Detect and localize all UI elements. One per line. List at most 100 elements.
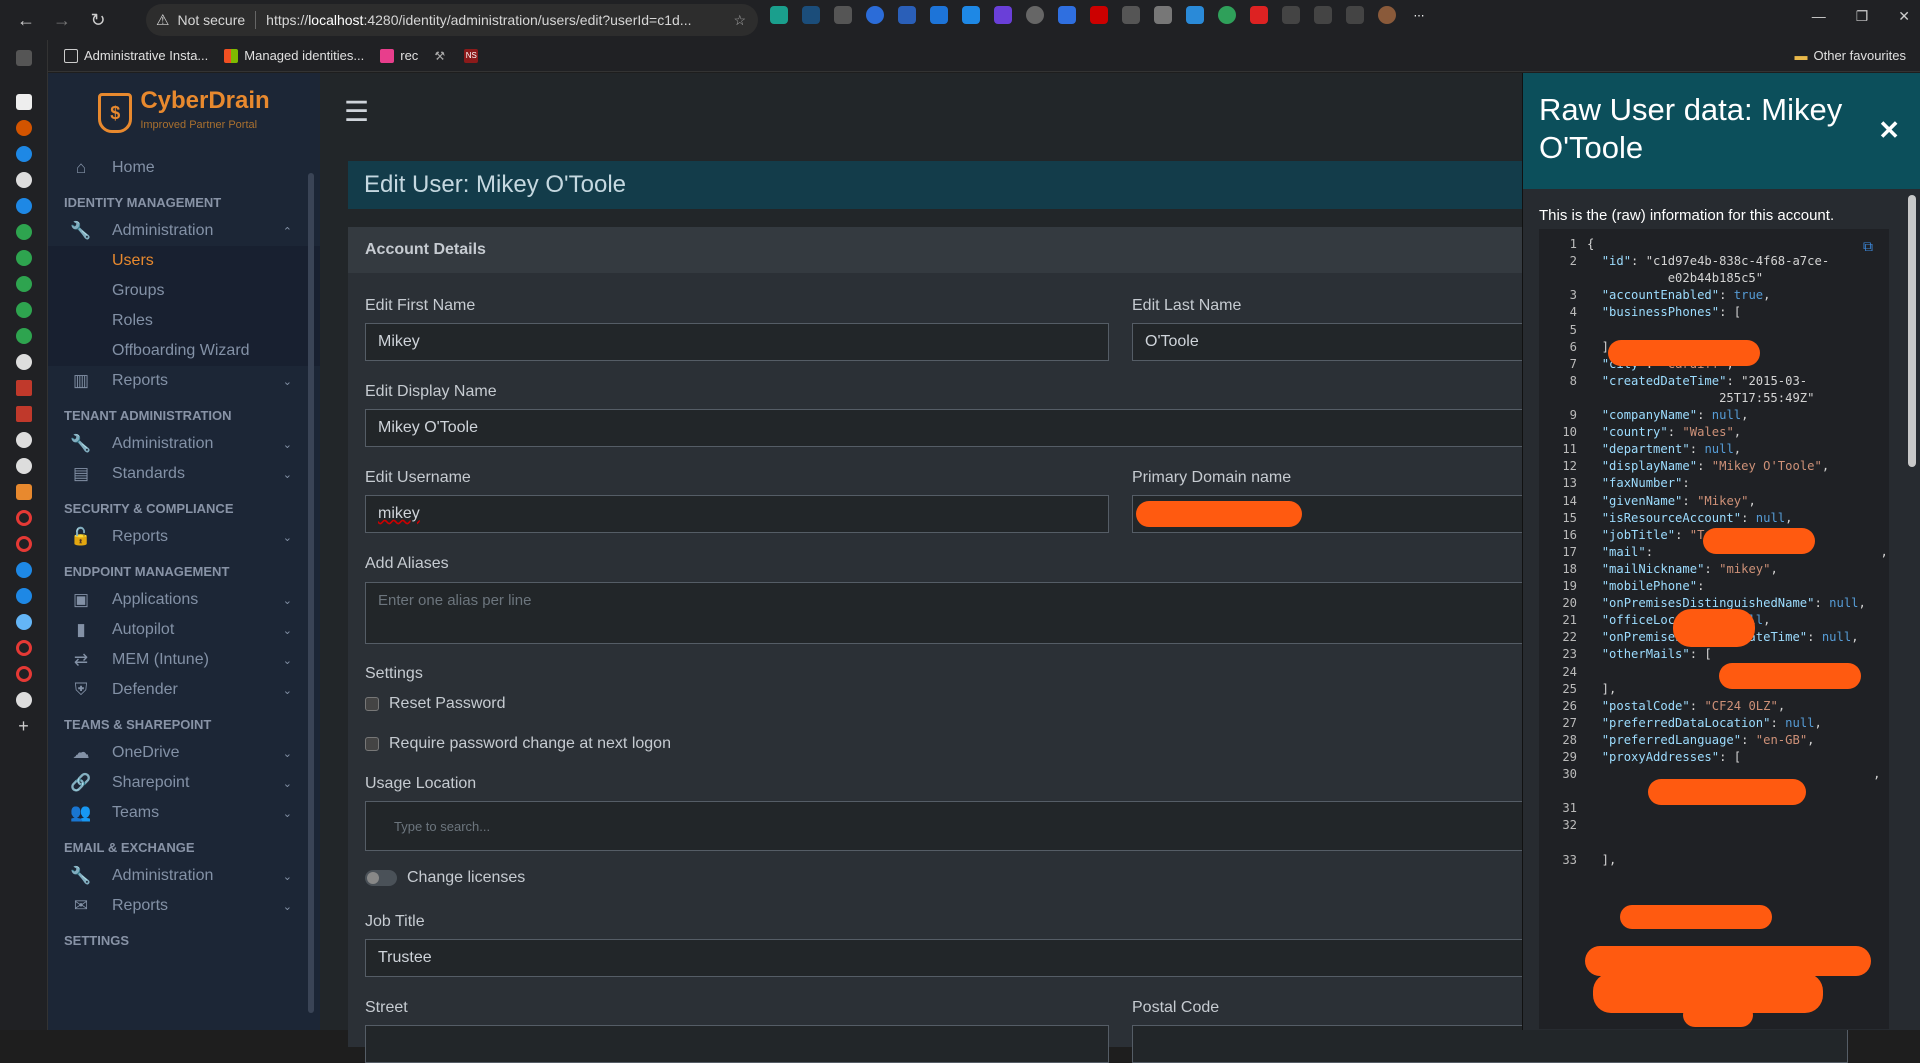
app-icon[interactable]: [15, 640, 32, 656]
refresh-icon[interactable]: ↻: [80, 4, 116, 36]
nav-users[interactable]: Users: [48, 246, 320, 276]
extension-icon[interactable]: [930, 6, 948, 24]
app-icon[interactable]: [15, 510, 32, 526]
app-icon[interactable]: [15, 614, 32, 630]
app-icon[interactable]: [15, 354, 32, 370]
nav-roles[interactable]: Roles: [48, 306, 320, 336]
nav-sharepoint[interactable]: 🔗 Sharepoint ⌄: [48, 768, 320, 798]
redaction-mark: [1703, 528, 1815, 554]
postal-code-input[interactable]: [1132, 1025, 1848, 1063]
extension-icon[interactable]: [866, 6, 884, 24]
bookmark[interactable]: Managed identities...: [224, 48, 364, 63]
extension-icon[interactable]: [1218, 6, 1236, 24]
section-header: ENDPOINT MANAGEMENT: [64, 564, 230, 579]
github-icon[interactable]: [15, 172, 32, 188]
app-icon[interactable]: [15, 406, 32, 422]
nav-onedrive[interactable]: ☁ OneDrive ⌄: [48, 738, 320, 768]
minimize-icon[interactable]: —: [1812, 8, 1826, 25]
app-icon[interactable]: [15, 224, 32, 240]
extension-icon[interactable]: [1026, 6, 1044, 24]
back-icon[interactable]: ←: [8, 4, 44, 36]
puzzle-icon[interactable]: [1282, 6, 1300, 24]
section-header: SECURITY & COMPLIANCE: [64, 501, 234, 516]
forward-icon[interactable]: →: [44, 4, 80, 36]
bing-icon[interactable]: [15, 562, 32, 578]
logo[interactable]: $ CyberDrain Improved Partner Portal: [48, 73, 320, 153]
nav-offboarding-wizard[interactable]: Offboarding Wizard: [48, 336, 320, 366]
extension-icon[interactable]: [1058, 6, 1076, 24]
favourites-icon[interactable]: [1314, 6, 1332, 24]
app-icon[interactable]: [15, 588, 32, 604]
extension-icon[interactable]: [994, 6, 1012, 24]
reset-password-checkbox[interactable]: Reset Password: [365, 695, 506, 713]
bing-icon[interactable]: [15, 198, 32, 214]
extension-icon[interactable]: [770, 6, 788, 24]
bing-icon[interactable]: [15, 146, 32, 162]
bookmark[interactable]: rec: [380, 48, 418, 63]
wikipedia-icon[interactable]: [15, 94, 32, 110]
github-icon[interactable]: [15, 692, 32, 708]
address-bar[interactable]: ⚠ Not secure https://localhost:4280/iden…: [146, 4, 758, 36]
nav-identity-reports[interactable]: ▥ Reports ⌄: [48, 366, 320, 396]
collections-icon[interactable]: [1346, 6, 1364, 24]
app-icon[interactable]: [15, 250, 32, 266]
bookmark[interactable]: Administrative Insta...: [64, 48, 208, 63]
nav-home[interactable]: ⌂ Home: [48, 153, 320, 183]
favourite-star-icon[interactable]: ☆: [733, 12, 746, 29]
username-input[interactable]: mikey: [365, 495, 1109, 533]
sidebar-scrollbar[interactable]: [308, 173, 314, 1013]
nav-exchange-administration[interactable]: 🔧 Administration ⌄: [48, 861, 320, 891]
toggle-switch[interactable]: [365, 870, 397, 886]
more-icon[interactable]: ⋯: [1410, 6, 1428, 24]
app-icon[interactable]: [15, 328, 32, 344]
github-icon[interactable]: [15, 458, 32, 474]
street-input[interactable]: [365, 1025, 1109, 1063]
restore-icon[interactable]: ❐: [1856, 8, 1869, 25]
nav-security-reports[interactable]: 🔓 Reports ⌄: [48, 522, 320, 552]
extension-icon[interactable]: [1122, 6, 1140, 24]
extension-icon[interactable]: [898, 6, 916, 24]
cyberdrain-icon[interactable]: [15, 484, 32, 500]
edge-sidebar: +: [0, 40, 48, 1030]
avatar[interactable]: [1378, 6, 1396, 24]
extension-icon[interactable]: [962, 6, 980, 24]
require-change-checkbox[interactable]: Require password change at next logon: [365, 735, 671, 753]
bookmark[interactable]: NS: [464, 48, 479, 63]
change-licenses-toggle[interactable]: Change licenses: [365, 869, 525, 887]
hamburger-menu-icon[interactable]: ☰: [344, 95, 369, 128]
panel-scrollbar[interactable]: [1908, 195, 1916, 467]
nav-mem-intune[interactable]: ⇄ MEM (Intune) ⌄: [48, 645, 320, 675]
nav-defender[interactable]: ⛨ Defender ⌄: [48, 675, 320, 705]
checkbox[interactable]: [365, 737, 379, 751]
app-icon[interactable]: [15, 302, 32, 318]
app-icon[interactable]: [15, 380, 32, 396]
extension-icon[interactable]: [1154, 6, 1172, 24]
tab-actions-icon[interactable]: [15, 50, 32, 66]
nav-groups[interactable]: Groups: [48, 276, 320, 306]
github-icon[interactable]: [15, 432, 32, 448]
nav-identity-administration[interactable]: 🔧 Administration ⌃: [48, 216, 320, 246]
add-icon[interactable]: +: [16, 717, 32, 735]
app-icon[interactable]: [15, 666, 32, 682]
reddit-icon[interactable]: [15, 120, 32, 136]
raw-user-data-panel: Raw User data: Mikey O'Toole ✕ This is t…: [1522, 73, 1920, 1030]
extension-icon[interactable]: [1250, 6, 1268, 24]
close-icon[interactable]: ✕: [1878, 115, 1900, 146]
app-icon[interactable]: [15, 536, 32, 552]
close-window-icon[interactable]: ✕: [1898, 8, 1910, 25]
other-favourites[interactable]: ▬ Other favourites: [1795, 48, 1907, 63]
first-name-input[interactable]: Mikey: [365, 323, 1109, 361]
extension-icon[interactable]: [1090, 6, 1108, 24]
nav-applications[interactable]: ▣ Applications ⌄: [48, 585, 320, 615]
nav-standards[interactable]: ▤ Standards ⌄: [48, 459, 320, 489]
checkbox[interactable]: [365, 697, 379, 711]
extension-icon[interactable]: [1186, 6, 1204, 24]
nav-teams[interactable]: 👥 Teams ⌄: [48, 798, 320, 828]
extension-icon[interactable]: [834, 6, 852, 24]
nav-autopilot[interactable]: ▮ Autopilot ⌄: [48, 615, 320, 645]
app-icon[interactable]: [15, 276, 32, 292]
nav-tenant-administration[interactable]: 🔧 Administration ⌄: [48, 429, 320, 459]
bookmark[interactable]: ⚒: [434, 49, 448, 63]
nav-exchange-reports[interactable]: ✉ Reports ⌄: [48, 891, 320, 921]
extension-icon[interactable]: [802, 6, 820, 24]
